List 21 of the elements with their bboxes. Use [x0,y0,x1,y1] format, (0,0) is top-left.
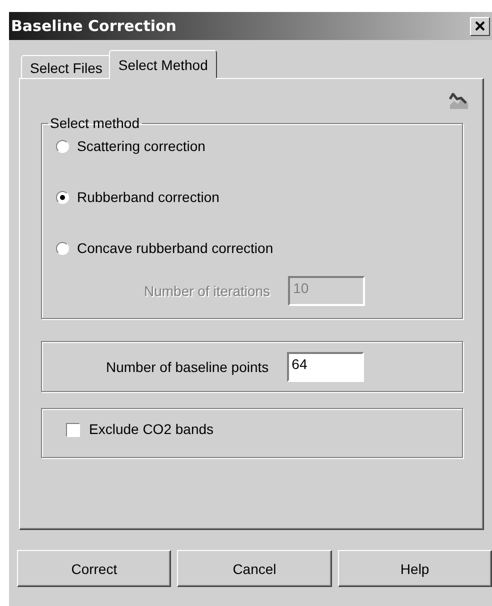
group-label: Select method [49,115,140,131]
close-button[interactable] [470,16,490,36]
close-icon [475,21,485,31]
baseline-points-label: Number of baseline points [106,358,269,374]
baseline-points-field[interactable]: 64 [286,352,364,382]
checkbox[interactable] [66,423,80,437]
spectrum-icon[interactable] [449,93,469,109]
radio-button[interactable] [56,140,69,152]
radio-label[interactable]: Scattering correction [77,138,206,154]
tab[interactable]: Select Method [109,50,217,78]
tab[interactable]: Select Files [21,55,112,78]
radio-label[interactable]: Rubberband correction [77,189,220,205]
radio-button[interactable] [56,242,69,254]
radio-label[interactable]: Concave rubberband correction [77,240,274,256]
dialog-button[interactable]: Help [338,550,492,587]
dialog-button[interactable]: Correct [17,550,172,587]
iterations-label: Number of iterations [144,283,270,299]
radio-button[interactable] [56,190,69,204]
dialog-button[interactable]: Cancel [177,550,332,587]
checkbox-label[interactable]: Exclude CO2 bands [89,421,214,437]
window-title: Baseline Correction [11,17,176,35]
